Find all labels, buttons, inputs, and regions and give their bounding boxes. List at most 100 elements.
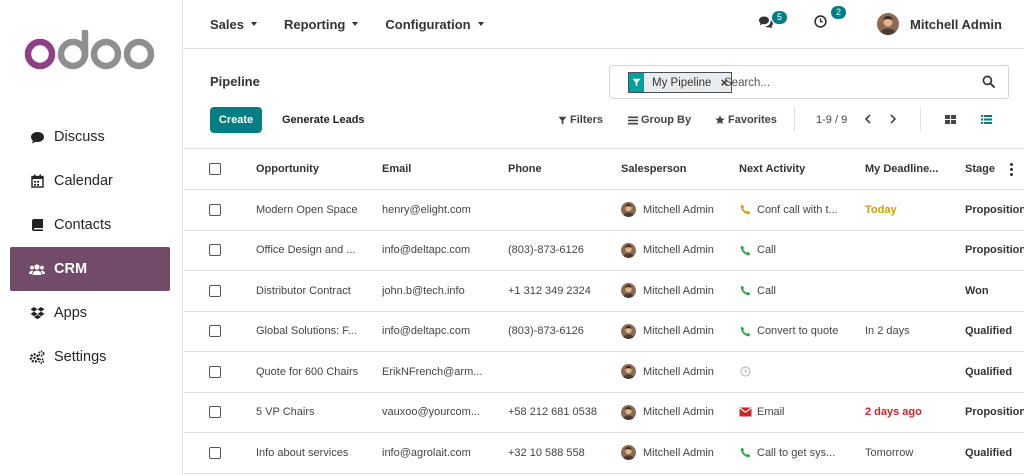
activity-summary: Call to get sys... [757, 446, 836, 459]
salesperson-cell[interactable]: Mitchell Admin [621, 271, 736, 311]
salesperson-cell[interactable]: Mitchell Admin [621, 190, 736, 230]
search-input[interactable] [724, 73, 964, 93]
row-checkbox[interactable] [209, 433, 221, 473]
avatar [621, 404, 636, 420]
table-row[interactable]: Distributor Contract john.b@tech.info +1 3… [184, 271, 1024, 312]
caret-down-icon [250, 22, 257, 26]
column-stage[interactable]: Stage [965, 149, 995, 189]
top-navbar: Sales Reporting Configuration 5 2 Mitche… [183, 0, 1024, 49]
phone-icon[interactable] [739, 325, 752, 338]
app-settings[interactable]: Settings [10, 335, 170, 379]
list-view-button[interactable] [975, 108, 997, 130]
favorites-label: Favorites [728, 114, 777, 126]
menu-sales[interactable]: Sales [210, 17, 257, 32]
pager-next-button[interactable] [882, 108, 904, 130]
users-icon [29, 261, 45, 277]
column-next-activity[interactable]: Next Activity [739, 149, 805, 189]
phone-icon[interactable] [739, 446, 752, 459]
phone-cell [508, 352, 616, 392]
salesperson-cell[interactable]: Mitchell Admin [621, 231, 736, 271]
opportunity-cell: Quote for 600 Chairs [256, 365, 359, 378]
deadline-cell: 2 days ago [865, 406, 922, 419]
next-activity-cell[interactable]: Call [739, 231, 861, 271]
app-discuss[interactable]: Discuss [10, 115, 170, 159]
generate-leads-button[interactable]: Generate Leads [282, 107, 365, 133]
filters-label: Filters [570, 114, 604, 126]
next-activity-cell[interactable] [739, 352, 861, 392]
table-row[interactable]: 5 VP Chairs vauxoo@yourcom... +58 212 681 … [184, 393, 1024, 433]
activity-menu[interactable]: 2 [814, 0, 846, 48]
stage-cell: Qualified [965, 325, 1013, 338]
table-row[interactable]: Info about services info@agrolait.com +32 … [184, 433, 1024, 474]
column-my-deadline[interactable]: My Deadline... [865, 149, 938, 189]
kanban-view-button[interactable] [939, 108, 961, 130]
calendar-icon [29, 173, 45, 189]
phone-icon[interactable] [739, 284, 752, 297]
row-checkbox[interactable] [209, 190, 221, 230]
next-activity-cell[interactable]: Convert to quote [739, 312, 861, 352]
app-calendar[interactable]: Calendar [10, 159, 170, 203]
deadline-cell [865, 231, 960, 271]
sidebar: Discuss Calendar Contacts CRM Apps Setti… [0, 0, 183, 475]
divider [920, 107, 921, 131]
menu-reporting[interactable]: Reporting [284, 17, 359, 32]
salesperson-name: Mitchell Admin [643, 365, 714, 378]
table-row[interactable]: Global Solutions: F... info@deltapc.com (8… [184, 312, 1024, 352]
clock-icon[interactable] [739, 365, 752, 378]
search-facet: My Pipeline × [628, 72, 733, 93]
salesperson-name: Mitchell Admin [643, 325, 714, 338]
pager-previous-button[interactable] [857, 108, 879, 130]
messaging-menu[interactable]: 5 [758, 0, 787, 48]
deadline-cell [865, 352, 960, 392]
select-all-checkbox[interactable] [209, 149, 221, 189]
phone-icon[interactable] [739, 244, 752, 257]
row-checkbox[interactable] [209, 231, 221, 271]
odoo-logo[interactable] [24, 30, 156, 74]
pipeline-list: Opportunity Email Phone Salesperson Next… [184, 148, 1024, 474]
next-activity-cell[interactable]: Call to get sys... [739, 433, 861, 473]
column-opportunity[interactable]: Opportunity [256, 149, 319, 189]
phone-cell [508, 190, 616, 230]
activities-count-badge: 2 [831, 6, 846, 19]
stage-cell: Qualified [965, 446, 1013, 459]
row-checkbox[interactable] [209, 312, 221, 352]
activity-summary: Conf call with t... [757, 203, 838, 216]
column-phone[interactable]: Phone [508, 149, 542, 189]
group-by-dropdown[interactable]: Group By [628, 107, 691, 133]
user-menu[interactable]: Mitchell Admin [877, 0, 1002, 48]
salesperson-cell[interactable]: Mitchell Admin [621, 312, 736, 352]
table-row[interactable]: Office Design and ... info@deltapc.com (80… [184, 231, 1024, 271]
activity-summary: Call [757, 284, 776, 297]
next-activity-cell[interactable]: Email [739, 393, 861, 433]
row-checkbox[interactable] [209, 352, 221, 392]
row-checkbox[interactable] [209, 393, 221, 433]
column-email[interactable]: Email [382, 149, 411, 189]
pager-value[interactable]: 1-9 / 9 [816, 107, 847, 133]
row-checkbox[interactable] [209, 271, 221, 311]
phone-icon[interactable] [739, 203, 752, 216]
app-contacts[interactable]: Contacts [10, 203, 170, 247]
filters-dropdown[interactable]: Filters [558, 107, 603, 133]
next-activity-cell[interactable]: Call [739, 271, 861, 311]
table-row[interactable]: Quote for 600 Chairs ErikNFrench@arm... Mi… [184, 352, 1024, 393]
envelope-icon[interactable] [739, 406, 752, 419]
email-cell: info@agrolait.com [382, 446, 471, 459]
next-activity-cell[interactable]: Conf call with t... [739, 190, 861, 230]
email-cell: henry@elight.com [382, 203, 471, 216]
avatar [621, 242, 636, 258]
avatar [621, 202, 636, 218]
salesperson-cell[interactable]: Mitchell Admin [621, 433, 736, 473]
create-button[interactable]: Create [210, 107, 262, 133]
favorites-dropdown[interactable]: Favorites [715, 107, 777, 133]
search-icon[interactable] [982, 75, 996, 89]
app-apps[interactable]: Apps [10, 291, 170, 335]
menu-configuration[interactable]: Configuration [385, 17, 484, 32]
column-salesperson[interactable]: Salesperson [621, 149, 686, 189]
app-crm[interactable]: CRM [10, 247, 170, 291]
star-icon [715, 115, 725, 125]
table-row[interactable]: Modern Open Space henry@elight.com Mitchel… [184, 190, 1024, 231]
salesperson-cell[interactable]: Mitchell Admin [621, 393, 736, 433]
salesperson-cell[interactable]: Mitchell Admin [621, 352, 736, 392]
optional-columns-toggle[interactable] [1010, 149, 1013, 189]
salesperson-name: Mitchell Admin [643, 244, 714, 257]
